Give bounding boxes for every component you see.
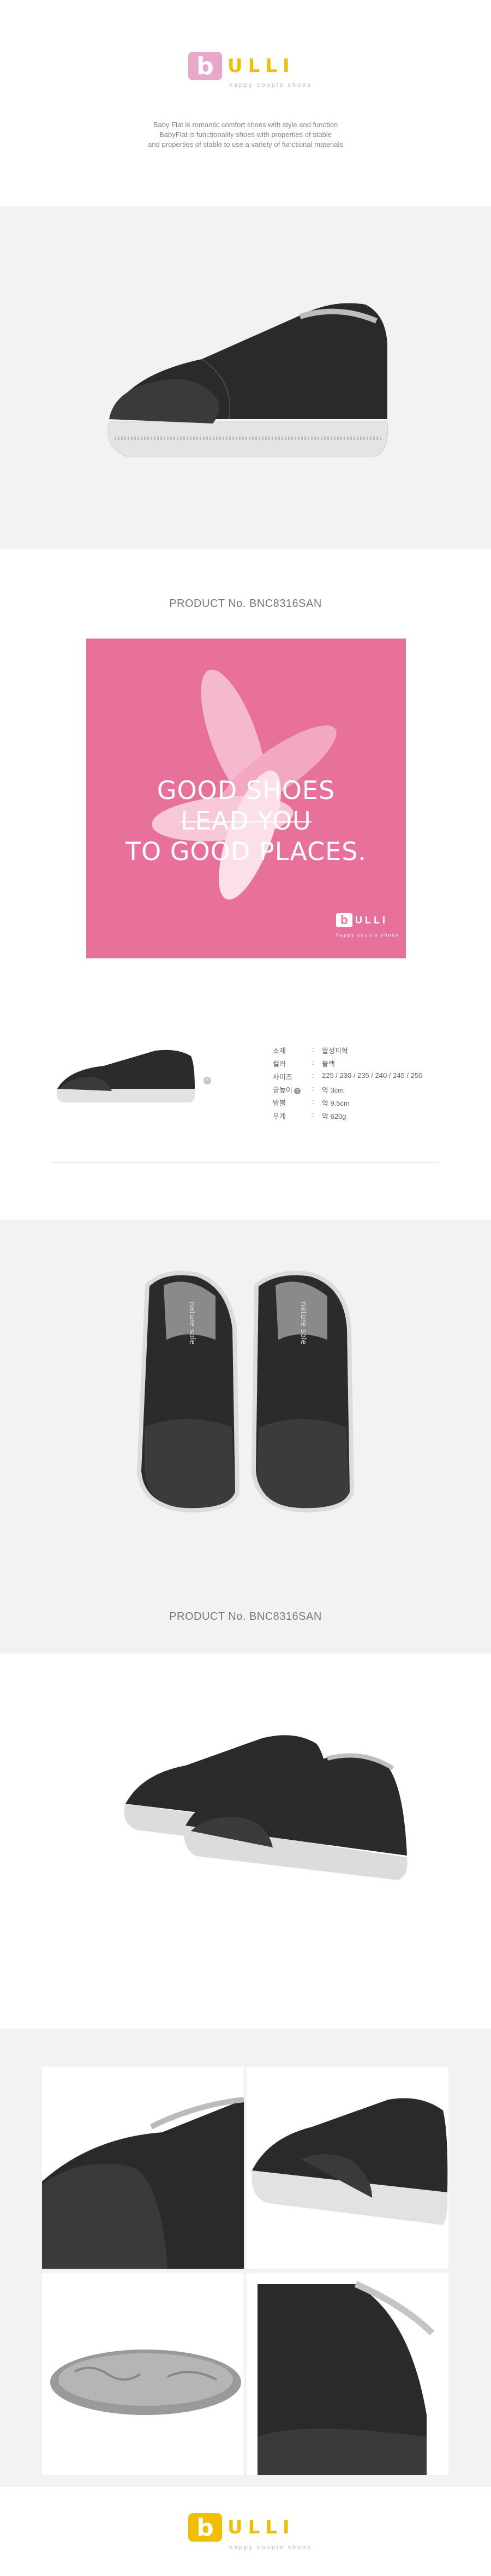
spec-value: 블랙 xyxy=(322,1060,335,1068)
spec-label: 소재 xyxy=(273,1047,286,1055)
detail-photo-3 xyxy=(42,2273,244,2475)
spec-colon: : xyxy=(312,1098,314,1106)
slogan-banner: GOOD SHOES LEAD YOU TO GOOD PLACES. b UL… xyxy=(86,639,406,958)
detail-photo-1 xyxy=(42,2067,244,2269)
detail-photo-2 xyxy=(247,2067,448,2269)
spec-divider xyxy=(52,1162,439,1163)
spec-colon: : xyxy=(312,1084,314,1093)
spec-table: 소재 : 합성피혁 컬러 : 블랙 사이즈 : 225 / 230 / 235 … xyxy=(0,1045,491,1122)
spec-value: 약 9.5cm xyxy=(322,1099,350,1107)
slogan-line-2: LEAD YOU xyxy=(181,806,312,836)
spec-label: 컬러 xyxy=(273,1060,286,1068)
insole-text-left: nature sole xyxy=(188,1302,196,1345)
logo-mark: b xyxy=(188,52,222,80)
header-logo: b ULLI xyxy=(188,52,295,80)
spec-colon: : xyxy=(312,1045,314,1053)
spec-value: 약 3cm xyxy=(322,1086,344,1094)
detail-photo-4-image xyxy=(258,2281,435,2475)
spec-label: 무게 xyxy=(273,1112,286,1120)
product-number-2: PRODUCT No. BNC8316SAN xyxy=(169,1611,322,1623)
detail-grid-section xyxy=(0,2029,491,2487)
footer-logo-tagline: happy couple shoes xyxy=(229,2544,312,2551)
shoe-side-image xyxy=(107,303,388,457)
shoe-pair-angle-image xyxy=(124,1735,408,1880)
spec-value: 225 / 230 / 235 / 240 / 245 / 250 xyxy=(322,1071,423,1080)
intro-line-1: Baby Flat is romantic comfort shoes with… xyxy=(153,121,338,129)
product-number-1: PRODUCT No. BNC8316SAN xyxy=(169,598,322,610)
top-view-section: nature sole nature sole xyxy=(0,1220,491,1654)
spec-value: 합성피혁 xyxy=(322,1047,348,1055)
footer-logo-wordmark: ULLI xyxy=(227,2517,295,2538)
banner-logo-mark: b xyxy=(336,913,352,927)
detail-photo-3-image xyxy=(50,2350,241,2415)
intro-text: Baby Flat is romantic comfort shoes with… xyxy=(0,120,491,150)
spec-label: 사이즈 xyxy=(273,1073,292,1081)
banner-logo: b ULLI xyxy=(336,913,388,927)
detail-photo-1-image xyxy=(42,2097,244,2269)
slogan-line-1: GOOD SHOES xyxy=(157,776,336,805)
intro-line-3: and properties of stable to use a variet… xyxy=(148,140,343,148)
logo-wordmark: ULLI xyxy=(227,55,295,77)
banner-tagline: happy couple shoes xyxy=(336,932,400,938)
intro-line-2: BabyFlat is functionality shoes with pro… xyxy=(159,130,332,139)
spec-label-text: 굽높이 xyxy=(273,1086,292,1094)
slogan-line-3: TO GOOD PLACES. xyxy=(125,837,367,866)
spec-label: 발볼 xyxy=(273,1099,286,1107)
detail-photo-2-image xyxy=(252,2098,448,2225)
spec-value: 약 620g xyxy=(322,1112,346,1120)
logo-tagline: happy couple shoes xyxy=(229,82,312,88)
info-icon[interactable]: ? xyxy=(294,1088,301,1094)
footer-logo: b ULLI xyxy=(188,2513,295,2542)
detail-photo-4 xyxy=(247,2273,448,2475)
shoe-top-view-image: nature sole nature sole xyxy=(136,1271,355,1513)
footer-logo-mark: b xyxy=(188,2513,222,2542)
spec-colon: : xyxy=(312,1111,314,1119)
banner-slogan: GOOD SHOES LEAD YOU TO GOOD PLACES. xyxy=(86,775,406,867)
banner-logo-wordmark: ULLI xyxy=(355,914,388,926)
hero-image-section xyxy=(0,206,491,549)
insole-text-right: nature sole xyxy=(299,1302,308,1345)
spec-colon: : xyxy=(312,1071,314,1080)
spec-colon: : xyxy=(312,1058,314,1066)
spec-label: 굽높이? xyxy=(273,1084,311,1095)
